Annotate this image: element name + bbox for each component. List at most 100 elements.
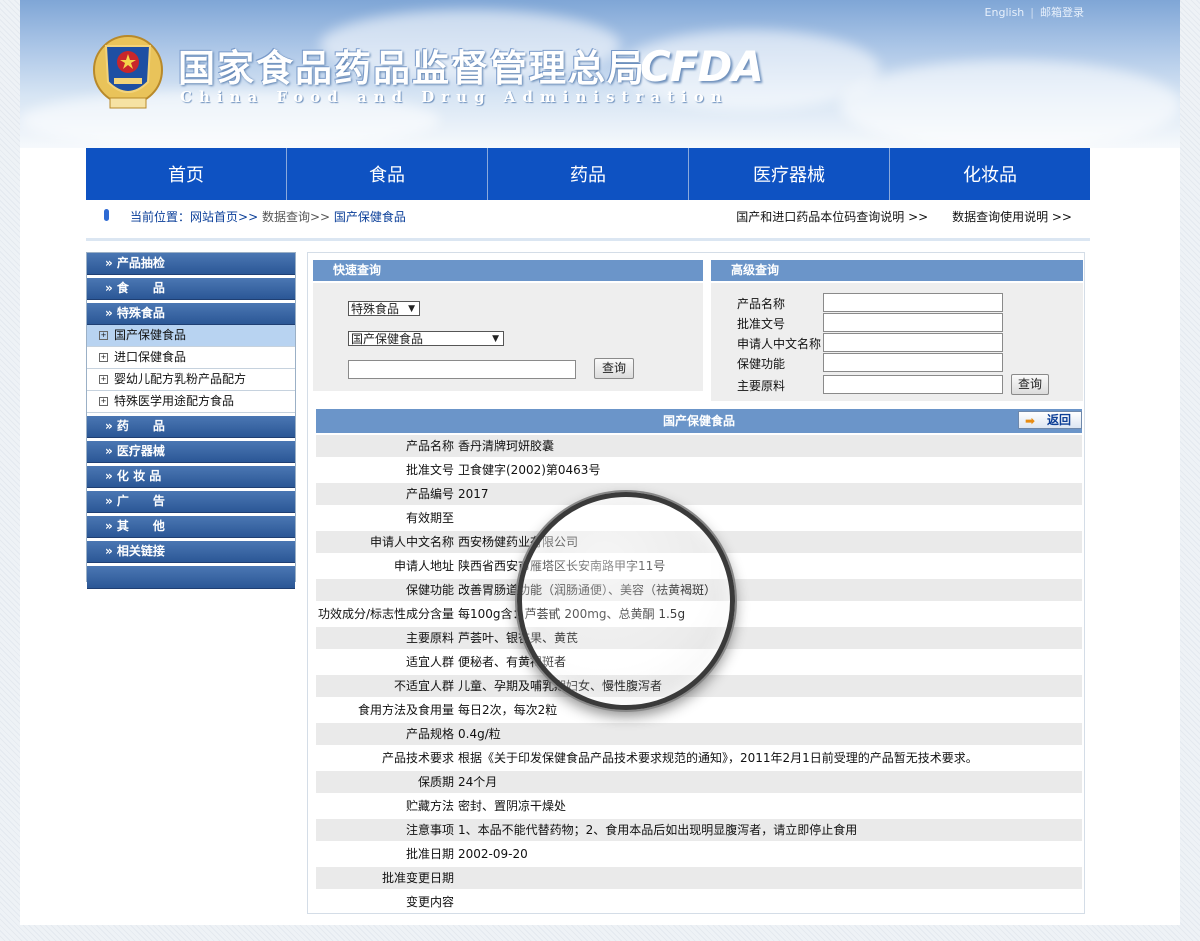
quick-search-input[interactable]	[348, 360, 576, 379]
quick-search-button[interactable]: 查询	[594, 358, 634, 379]
sidebar-other[interactable]: » 其 他	[87, 516, 295, 538]
sidebar-item-label: 婴幼儿配方乳粉产品配方	[114, 372, 247, 386]
nav-food[interactable]: 食品	[287, 148, 488, 200]
sidebar-item-domestic-health-food[interactable]: + 国产保健食品	[87, 325, 295, 347]
mail-login-link[interactable]: 邮箱登录	[1040, 6, 1084, 19]
top-links: English | 邮箱登录	[984, 6, 1084, 19]
detail-title: 国产保健食品	[662, 414, 735, 428]
sidebar-item-label: 进口保健食品	[114, 350, 187, 364]
row-label: 批准变更日期	[381, 871, 454, 885]
row-label: 批准日期	[405, 847, 454, 861]
row-value	[454, 507, 458, 529]
sidebar-item-imported-health-food[interactable]: + 进口保健食品	[87, 347, 295, 369]
table-row: 产品编号 2017	[316, 483, 1082, 505]
location-marker-icon	[104, 209, 109, 221]
breadcrumb-current[interactable]: 国产保健食品	[334, 210, 406, 224]
back-button-label: 返回	[1046, 413, 1071, 427]
national-emblem-icon	[93, 35, 163, 109]
sidebar-food[interactable]: » 食 品	[87, 278, 295, 300]
database-select[interactable]: 国产保健食品 ▼	[348, 331, 504, 346]
plus-box-icon: +	[99, 397, 108, 406]
nav-cosmetic[interactable]: 化妆品	[890, 148, 1090, 200]
table-row: 批准日期 2002-09-20	[316, 843, 1082, 865]
code-query-help-link[interactable]: 国产和进口药品本位码查询说明 >>	[736, 210, 928, 224]
left-sidebar: » 产品抽检 » 食 品 » 特殊食品 + 国产保健食品 + 进口保健食品 + 婴幼儿…	[86, 252, 296, 589]
row-label: 变更内容	[405, 895, 454, 909]
health-function-input[interactable]	[823, 353, 1003, 372]
table-row: 注意事项 1、本品不能代替药物；2、食用本品后如出现明显腹泻者，请立即停止食用	[316, 819, 1082, 841]
breadcrumb-home[interactable]: 网站首页>>	[190, 210, 258, 224]
row-label: 注意事项	[405, 823, 454, 837]
breadcrumb-query[interactable]: 数据查询>>	[262, 210, 330, 224]
category-select[interactable]: 特殊食品 ▼	[348, 301, 420, 316]
sidebar-item-infant-formula[interactable]: + 婴幼儿配方乳粉产品配方	[87, 369, 295, 391]
nav-home[interactable]: 首页	[86, 148, 287, 200]
page-container: English | 邮箱登录 国家食品药品监督管理总局 China Food and…	[20, 0, 1180, 925]
table-row: 批准变更日期	[316, 867, 1082, 889]
row-label: 申请人地址	[393, 559, 454, 573]
sidebar-special-food[interactable]: » 特殊食品	[87, 303, 295, 325]
table-row: 批准文号 卫食健字(2002)第0463号	[316, 459, 1082, 481]
row-label: 产品技术要求	[381, 751, 454, 765]
plus-box-icon: +	[99, 375, 108, 384]
sidebar-device[interactable]: » 医疗器械	[87, 441, 295, 463]
sidebar-ad[interactable]: » 广 告	[87, 491, 295, 513]
sidebar-product-check[interactable]: » 产品抽检	[87, 253, 295, 275]
table-row: 产品规格 0.4g/粒	[316, 723, 1082, 745]
row-label: 有效期至	[405, 511, 454, 525]
row-label: 批准文号	[405, 463, 454, 477]
applicant-name-input[interactable]	[823, 333, 1003, 352]
back-button[interactable]: ➡ 返回	[1018, 411, 1082, 429]
row-label: 保质期	[417, 775, 454, 789]
health-function-label: 保健功能	[737, 357, 786, 371]
quick-search-panel: 特殊食品 ▼ 国产保健食品 ▼ 查询	[313, 283, 703, 391]
nav-drug[interactable]: 药品	[488, 148, 689, 200]
sidebar-footer	[87, 566, 295, 589]
table-row: 变更内容	[316, 891, 1082, 913]
dropdown-arrow-icon: ▼	[408, 304, 415, 314]
sidebar-item-label: 国产保健食品	[114, 328, 187, 342]
row-label: 申请人中文名称	[369, 535, 454, 549]
row-label: 适宜人群	[405, 655, 454, 669]
sidebar-item-medical-formula[interactable]: + 特殊医学用途配方食品	[87, 391, 295, 413]
main-nav: 首页 食品 药品 医疗器械 化妆品	[86, 148, 1090, 200]
row-value: 根据《关于印发保健食品产品技术要求规范的通知》，2011年2月1日前受理的产品暂…	[458, 751, 978, 765]
applicant-name-label: 申请人中文名称	[737, 337, 822, 351]
main-ingredients-input[interactable]	[823, 375, 1003, 394]
main-ingredients-label: 主要原料	[737, 379, 786, 393]
row-value: 24个月	[458, 775, 498, 789]
nav-device[interactable]: 医疗器械	[689, 148, 890, 200]
detail-header: 国产保健食品 ➡ 返回	[316, 409, 1082, 433]
magnifier-lens	[517, 492, 735, 710]
approval-number-label: 批准文号	[737, 317, 786, 331]
sidebar-item-label: 特殊医学用途配方食品	[114, 394, 235, 408]
advanced-search-panel: 产品名称 批准文号 申请人中文名称 保健功能 主要原料 查询	[711, 283, 1083, 401]
query-usage-help-link[interactable]: 数据查询使用说明 >>	[952, 210, 1072, 224]
sidebar-cosmetic[interactable]: » 化 妆 品	[87, 466, 295, 488]
english-link[interactable]: English	[985, 6, 1025, 19]
cfda-logo: CFDA	[640, 42, 764, 91]
advanced-search-button[interactable]: 查询	[1011, 374, 1049, 395]
row-value: 香丹清牌珂妍胶囊	[458, 439, 555, 453]
row-value: 密封、置阴凉干燥处	[458, 799, 567, 813]
breadcrumb: 当前位置：网站首页>> 数据查询>> 国产保健食品 国产和进口药品本位码查询说明…	[86, 200, 1090, 238]
advanced-search-title: 高级查询	[711, 260, 1083, 281]
row-value	[454, 891, 458, 913]
approval-number-input[interactable]	[823, 313, 1003, 332]
category-select-value: 特殊食品	[351, 302, 400, 316]
sidebar-drug[interactable]: » 药 品	[87, 416, 295, 438]
row-value: 1、本品不能代替药物；2、食用本品后如出现明显腹泻者，请立即停止食用	[458, 823, 858, 837]
quick-search-title: 快速查询	[313, 260, 703, 281]
site-header: English | 邮箱登录 国家食品药品监督管理总局 China Food and…	[20, 0, 1180, 148]
product-name-label: 产品名称	[737, 297, 786, 311]
table-row: 食用方法及食用量 每日2次，每次2粒	[316, 699, 1082, 721]
row-label: 产品名称	[405, 439, 454, 453]
row-value: 2017	[458, 487, 489, 501]
row-label: 产品编号	[405, 487, 454, 501]
row-value: 0.4g/粒	[458, 727, 501, 741]
row-label: 食用方法及食用量	[357, 703, 454, 717]
site-title: 国家食品药品监督管理总局	[178, 46, 646, 90]
row-value: 每日2次，每次2粒	[458, 703, 558, 717]
sidebar-related-links[interactable]: » 相关链接	[87, 541, 295, 563]
product-name-input[interactable]	[823, 293, 1003, 312]
